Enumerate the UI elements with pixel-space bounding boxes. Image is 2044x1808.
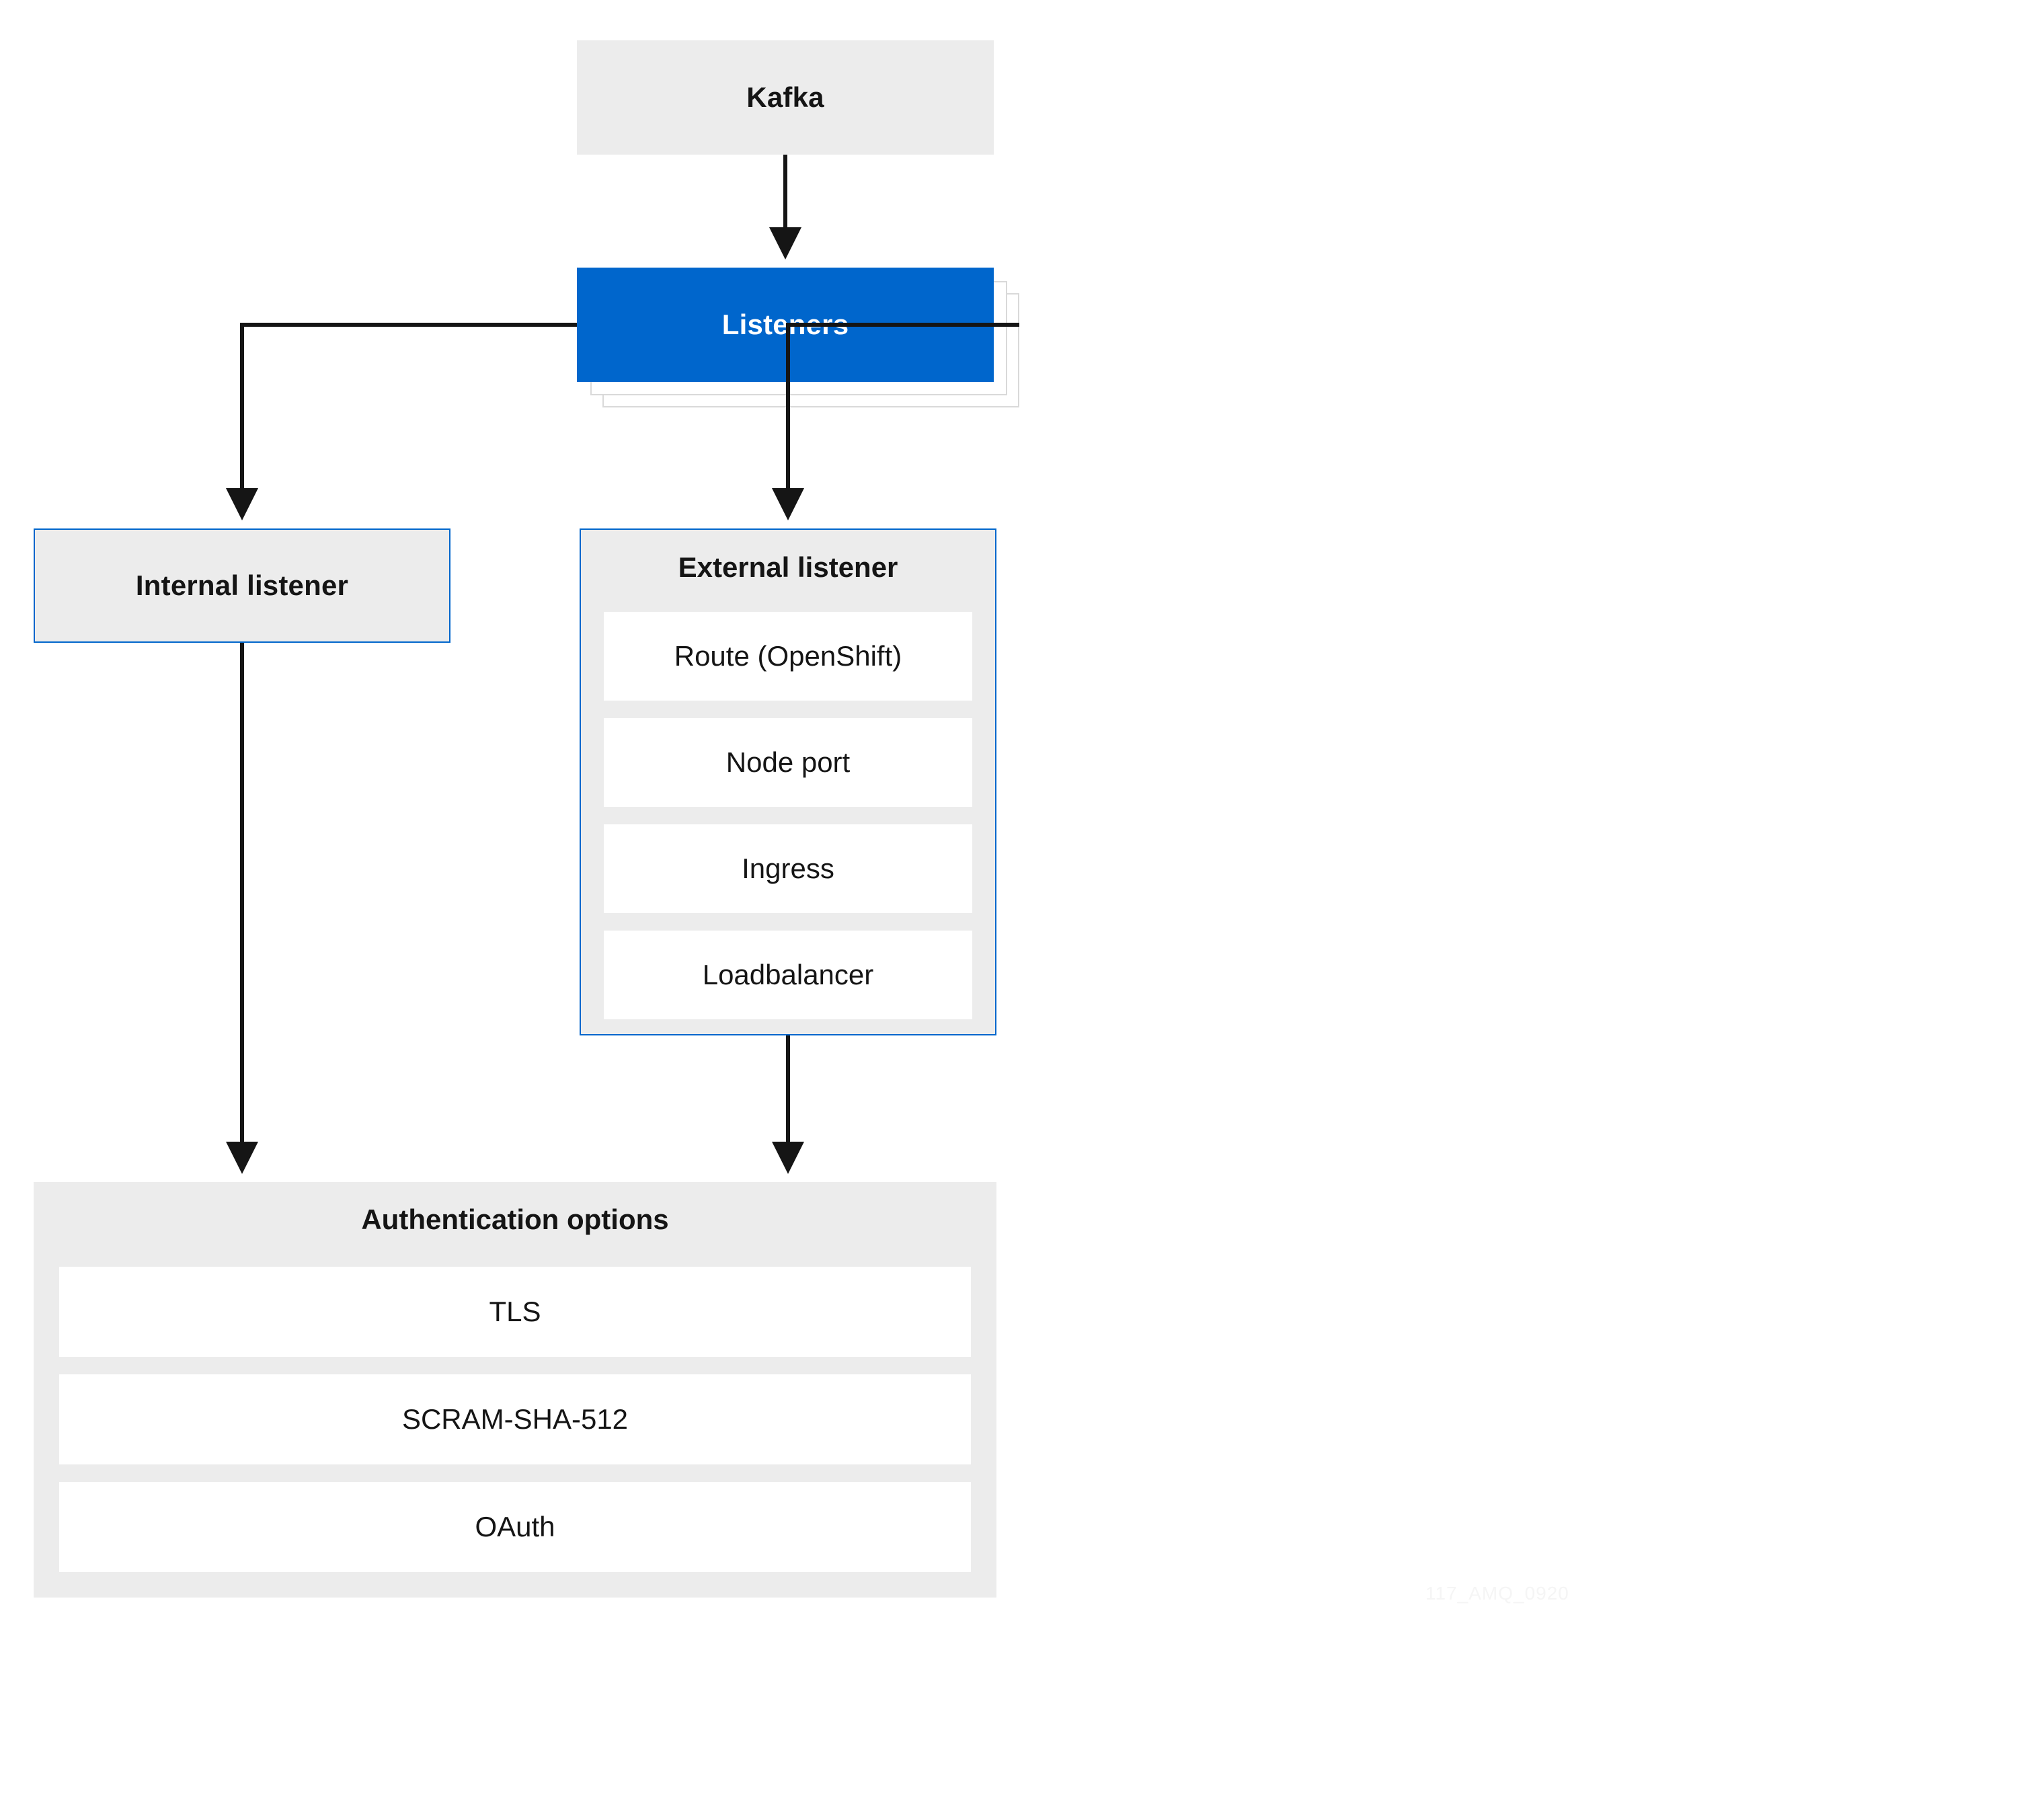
- node-internal-listener-label: Internal listener: [136, 569, 348, 602]
- node-auth-options: Authentication options TLS SCRAM-SHA-512…: [34, 1182, 996, 1598]
- external-item-nodeport: Node port: [604, 718, 972, 807]
- node-external-listener: External listener Route (OpenShift) Node…: [580, 528, 996, 1035]
- diagram-canvas: Kafka Listeners Internal listener Extern…: [0, 0, 2044, 1808]
- edge-listeners-internal: [242, 325, 577, 512]
- auth-item-scram: SCRAM-SHA-512: [59, 1374, 971, 1464]
- node-listeners-label: Listeners: [722, 309, 849, 341]
- node-kafka-label: Kafka: [746, 81, 824, 114]
- auth-item-oauth: OAuth: [59, 1482, 971, 1572]
- node-external-listener-label: External listener: [678, 551, 898, 584]
- external-item-route: Route (OpenShift): [604, 612, 972, 701]
- node-auth-options-label: Authentication options: [361, 1204, 668, 1236]
- node-kafka: Kafka: [577, 40, 994, 155]
- node-internal-listener: Internal listener: [34, 528, 450, 643]
- external-item-ingress: Ingress: [604, 824, 972, 913]
- auth-item-tls: TLS: [59, 1267, 971, 1357]
- watermark: 117_AMQ_0920: [1425, 1583, 1569, 1604]
- node-listeners: Listeners: [577, 268, 994, 382]
- external-item-loadbalancer: Loadbalancer: [604, 931, 972, 1019]
